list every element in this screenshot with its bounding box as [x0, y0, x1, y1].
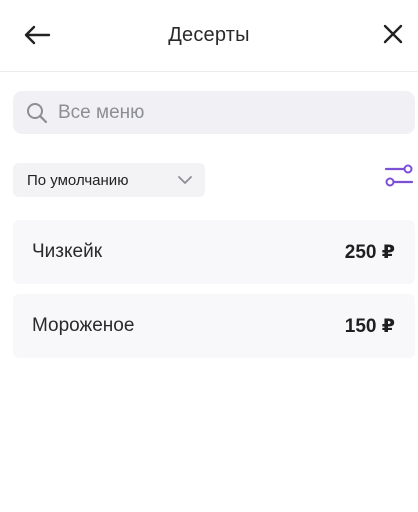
menu-item[interactable]: Мороженое 150 ₽	[13, 294, 415, 358]
header: Десерты	[0, 0, 418, 72]
search-icon	[27, 102, 48, 123]
menu-item-price: 250 ₽	[344, 241, 395, 263]
page-title: Десерты	[168, 24, 250, 46]
filter-button[interactable]	[384, 162, 414, 190]
search-input[interactable]	[58, 101, 378, 124]
menu-item-price: 150 ₽	[344, 315, 395, 337]
close-icon	[383, 24, 403, 44]
close-button[interactable]	[380, 21, 406, 47]
sort-dropdown[interactable]: По умолчанию	[13, 163, 205, 197]
sort-selected-label: По умолчанию	[27, 171, 129, 189]
filter-sliders-icon	[384, 164, 414, 187]
menu-item[interactable]: Чизкейк 250 ₽	[13, 220, 415, 284]
chevron-down-icon	[178, 176, 192, 184]
app-screen: Десерты По умолчанию Чизкейк 250 ₽	[0, 0, 418, 512]
search-bar[interactable]	[13, 91, 415, 134]
menu-item-name: Мороженое	[32, 315, 135, 336]
menu-item-name: Чизкейк	[32, 241, 103, 262]
